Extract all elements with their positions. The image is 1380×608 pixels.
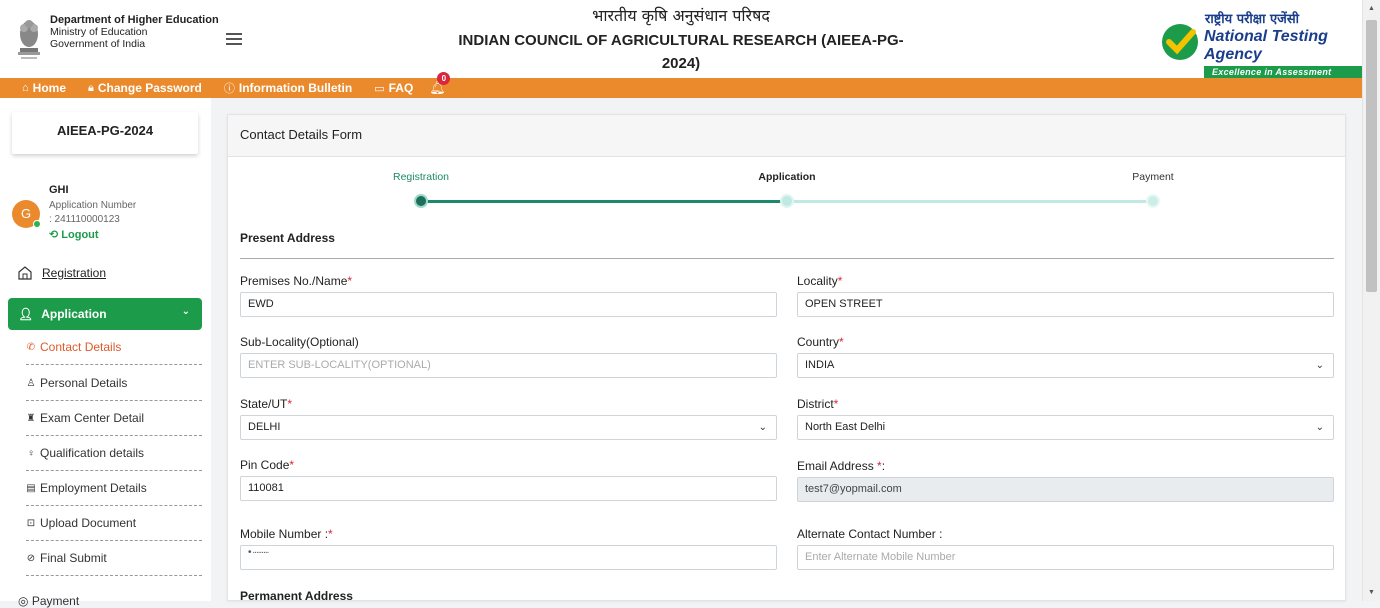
briefcase-icon: ▤ — [26, 482, 36, 494]
chevron-down-icon: ⌄ — [1315, 360, 1324, 371]
online-status-dot — [33, 220, 41, 228]
info-icon: ⓘ — [223, 83, 235, 95]
present-address-title: Present Address — [240, 231, 335, 245]
step-application-dot — [780, 194, 794, 208]
nta-logo: राष्ट्रीय परीक्षा एजेंसी National Testin… — [1160, 12, 1362, 78]
avatar: G — [12, 200, 41, 228]
nav-info-bulletin[interactable]: ⓘ Information Bulletin — [224, 80, 352, 96]
user-name: GHI — [49, 184, 69, 196]
step-registration-label: Registration — [392, 171, 450, 183]
nav-faq[interactable]: ▭ FAQ — [374, 81, 413, 95]
email-field-group: Email Address *: test7@yopmail.com — [797, 459, 1334, 502]
user-plus-icon: 👤︎ — [18, 307, 34, 321]
nta-tagline: Excellence in Assessment — [1204, 66, 1362, 78]
section-divider — [240, 258, 1334, 259]
scrollbar-thumb[interactable] — [1366, 20, 1377, 292]
masked-value: • ∙∙∙∙∙∙∙∙∙ — [248, 547, 269, 558]
upload-icon: ⊡ — [26, 517, 36, 529]
gov-dept: Department of Higher Education — [50, 14, 219, 26]
chevron-down-icon: ⌄ — [181, 306, 190, 317]
gov-ministry: Ministry of Education — [50, 26, 148, 38]
sidebar-sub-employment[interactable]: ▤ Employment Details — [26, 471, 202, 506]
sublocality-field-group: Sub-Locality(Optional) ENTER SUB-LOCALIT… — [240, 335, 777, 378]
home-icon: ⌂ — [22, 82, 29, 94]
page-header: Department of Higher Education Ministry … — [0, 0, 1362, 78]
step-application-label: Application — [758, 171, 816, 183]
progress-stepper: Registration Application Payment — [228, 171, 1347, 211]
step-registration-dot — [414, 194, 428, 208]
page-titles: भारतीय कृषि अनुसंधान परिषद INDIAN COUNCI… — [440, 6, 922, 75]
mobile-field-group: Mobile Number :* • ∙∙∙∙∙∙∙∙∙ — [240, 527, 777, 570]
alt-mobile-input[interactable]: Enter Alternate Mobile Number — [797, 545, 1334, 570]
title-english: INDIAN COUNCIL OF AGRICULTURAL RESEARCH … — [458, 32, 904, 72]
district-field-group: District* North East Delhi ⌄ — [797, 397, 1334, 440]
premises-field-group: Premises No./Name* EWD — [240, 274, 777, 317]
state-field-group: State/UT* DELHI ⌄ — [240, 397, 777, 440]
form-title: Contact Details Form — [228, 115, 1345, 157]
chevron-down-icon: ⌄ — [758, 422, 767, 433]
top-navbar: ⌂ Home 🔒︎ Change Password ⓘ Information Bul… — [0, 72, 1362, 98]
country-field-group: Country* INDIA ⌄ — [797, 335, 1334, 378]
nta-check-icon — [1162, 24, 1198, 60]
gov-branding: Department of Higher Education Ministry … — [14, 14, 219, 62]
district-select[interactable]: North East Delhi ⌄ — [797, 415, 1334, 440]
step-line-done — [421, 200, 787, 203]
sidebar-sub-upload[interactable]: ⊡ Upload Document — [26, 506, 202, 541]
app-number-value: : 241110000123 — [49, 214, 120, 225]
sidebar-sub-personal-details[interactable]: ♙ Personal Details — [26, 366, 202, 401]
chevron-down-icon: ⌄ — [1315, 422, 1324, 433]
country-select[interactable]: INDIA ⌄ — [797, 353, 1334, 378]
sublocality-input[interactable]: ENTER SUB-LOCALITY(OPTIONAL) — [240, 353, 777, 378]
exam-name-card: AIEEA-PG-2024 — [12, 112, 198, 154]
logout-icon: ⟲ — [49, 229, 59, 241]
sidebar-sub-final-submit[interactable]: ⊘ Final Submit — [26, 541, 202, 576]
app-number-label: Application Number — [49, 200, 137, 211]
page-scrollbar[interactable]: ▲ ▼ — [1362, 0, 1380, 601]
scroll-up-icon[interactable]: ▲ — [1368, 5, 1375, 12]
premises-input[interactable]: EWD — [240, 292, 777, 317]
locality-field-group: Locality* OPEN STREET — [797, 274, 1334, 317]
email-field[interactable]: test7@yopmail.com — [797, 477, 1334, 502]
state-select[interactable]: DELHI ⌄ — [240, 415, 777, 440]
user-panel: G GHI Application Number : 241110000123 … — [12, 184, 136, 241]
sidebar: AIEEA-PG-2024 G GHI Application Number :… — [0, 98, 211, 608]
contact-details-card: Contact Details Form Registration Applic… — [227, 114, 1347, 603]
home-icon — [18, 266, 32, 280]
pincode-field-group: Pin Code* 110081 — [240, 458, 777, 501]
user-icon: ♙ — [26, 377, 36, 389]
emblem-icon — [18, 20, 40, 59]
sidebar-item-registration[interactable]: Registration — [18, 266, 106, 280]
notification-badge: 0 — [437, 72, 451, 85]
nav-home[interactable]: ⌂ Home — [22, 81, 66, 95]
locality-input[interactable]: OPEN STREET — [797, 292, 1334, 317]
scroll-down-icon[interactable]: ▼ — [1368, 589, 1375, 596]
alt-mobile-field-group: Alternate Contact Number : Enter Alterna… — [797, 527, 1334, 570]
payment-icon: ◎ — [18, 594, 29, 608]
hamburger-menu-icon[interactable] — [226, 33, 242, 47]
bell-icon[interactable]: 🔔︎ 0 — [429, 72, 451, 96]
sidebar-sub-exam-center[interactable]: ♜ Exam Center Detail — [26, 401, 202, 436]
logout-link[interactable]: ⟲ Logout — [49, 228, 136, 241]
title-hindi: भारतीय कृषि अनुसंधान परिषद — [592, 6, 770, 25]
pincode-input[interactable]: 110081 — [240, 476, 777, 501]
mobile-input[interactable]: • ∙∙∙∙∙∙∙∙∙ — [240, 545, 777, 570]
sidebar-sub-contact-details[interactable]: ✆ Contact Details — [26, 330, 202, 365]
step-payment-label: Payment — [1132, 171, 1174, 183]
sidebar-item-application[interactable]: 👤︎ Application ⌄ — [8, 298, 202, 330]
phone-icon: ✆ — [26, 341, 36, 353]
lock-icon: 🔒︎ — [88, 81, 94, 94]
sidebar-item-payment[interactable]: ◎ Payment — [18, 594, 79, 608]
gov-govt: Government of India — [50, 38, 146, 50]
center-icon: ♜ — [26, 412, 36, 424]
award-icon: ♀ — [27, 447, 35, 459]
sidebar-sub-qualification[interactable]: ♀ Qualification details — [26, 436, 202, 471]
step-payment-dot — [1146, 194, 1160, 208]
chat-icon: ▭ — [374, 82, 385, 95]
step-line-pending — [787, 200, 1153, 203]
nav-change-password[interactable]: 🔒︎ Change Password — [88, 81, 202, 95]
check-circle-icon: ⊘ — [26, 552, 36, 564]
